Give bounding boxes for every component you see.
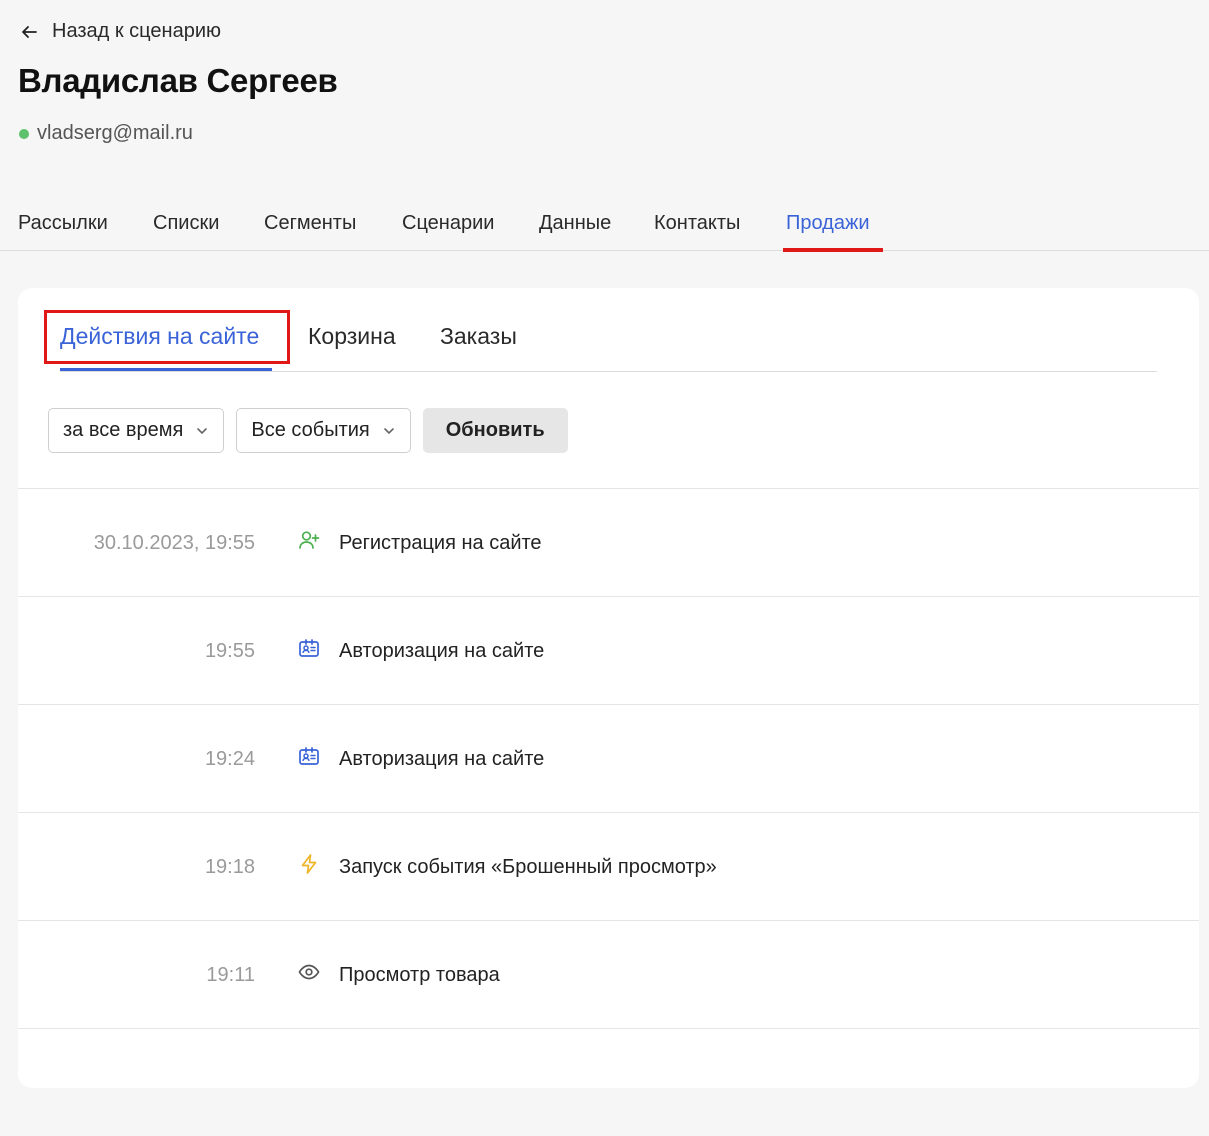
id-card-icon <box>299 639 319 657</box>
sub-tabs: Действия на сайте Корзина Заказы <box>60 288 1157 372</box>
chevron-down-icon <box>197 427 208 434</box>
period-select-value: за все время <box>63 419 184 441</box>
tab-mailings[interactable]: Рассылки <box>18 212 108 235</box>
subtab-site-actions[interactable]: Действия на сайте <box>60 323 259 350</box>
event-row: 30.10.2023, 19:55 Регистрация на сайте <box>18 488 1199 596</box>
event-time: 19:18 <box>204 856 255 878</box>
activity-card: Действия на сайте Корзина Заказы за все … <box>18 288 1199 1088</box>
tab-scenarios[interactable]: Сценарии <box>402 212 494 235</box>
user-plus-icon <box>299 531 320 549</box>
event-row: 19:18 Запуск события «Брошенный просмотр… <box>18 812 1199 920</box>
status-dot-icon <box>19 128 29 139</box>
period-select[interactable]: за все время <box>48 408 225 453</box>
events-list: 30.10.2023, 19:55 Регистрация на сайте 1… <box>18 488 1199 1136</box>
id-card-icon <box>299 747 319 765</box>
active-subtab-underline <box>60 368 272 371</box>
email-text: vladserg@mail.ru <box>37 122 193 144</box>
event-time: 19:24 <box>204 748 255 770</box>
contact-email: vladserg@mail.ru <box>19 122 193 145</box>
tab-sales[interactable]: Продажи <box>786 212 870 235</box>
event-row: 19:55 Авторизация на сайте <box>18 596 1199 704</box>
lightning-icon <box>301 854 317 874</box>
tab-contacts[interactable]: Контакты <box>654 212 740 235</box>
tab-data[interactable]: Данные <box>539 212 611 235</box>
main-tabs: Рассылки Списки Сегменты Сценарии Данные… <box>0 205 1209 252</box>
subtab-orders[interactable]: Заказы <box>440 323 517 350</box>
tab-segments[interactable]: Сегменты <box>264 212 356 235</box>
event-row: 19:24 Авторизация на сайте <box>18 704 1199 812</box>
event-row <box>18 1028 1199 1136</box>
subtab-cart[interactable]: Корзина <box>308 323 396 350</box>
event-label: Авторизация на сайте <box>339 640 545 662</box>
chevron-down-icon <box>383 427 394 434</box>
refresh-button[interactable]: Обновить <box>422 408 568 453</box>
event-label: Запуск события «Брошенный просмотр» <box>339 856 717 878</box>
event-time: 30.10.2023, 19:55 <box>93 532 255 554</box>
event-type-select-value: Все события <box>251 419 370 441</box>
back-link-label: Назад к сценарию <box>52 20 221 42</box>
eye-icon <box>298 964 320 980</box>
event-time: 19:55 <box>204 640 255 662</box>
event-label: Просмотр товара <box>339 964 500 986</box>
event-time: 19:11 <box>206 964 255 986</box>
event-type-select[interactable]: Все события <box>236 408 411 453</box>
tab-lists[interactable]: Списки <box>153 212 219 235</box>
event-label: Регистрация на сайте <box>339 532 542 554</box>
active-tab-underline <box>783 248 883 252</box>
event-row: 19:11 Просмотр товара <box>18 920 1199 1028</box>
contact-name: Владислав Сергеев <box>18 62 338 99</box>
event-label: Авторизация на сайте <box>339 748 545 770</box>
arrow-left-icon <box>22 25 37 38</box>
back-link[interactable]: Назад к сценарию <box>20 20 221 43</box>
filters-bar: за все время Все события Обновить <box>48 408 568 453</box>
